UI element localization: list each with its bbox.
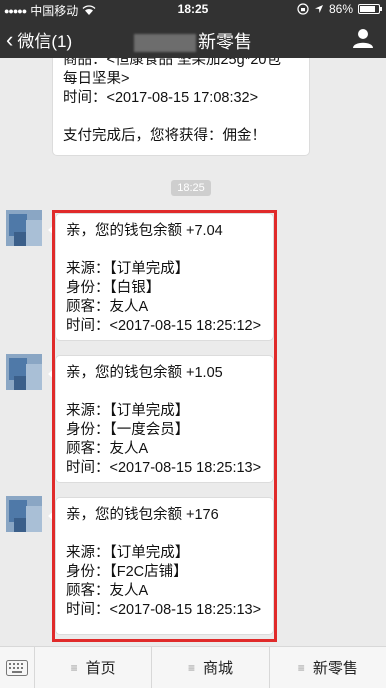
menu-item-mall[interactable]: ≡ 商城 <box>152 647 270 688</box>
menu-list-icon: ≡ <box>297 660 305 675</box>
message-line: 顾客：友人A <box>66 583 149 599</box>
message-line: 身份：【一度会员】 <box>66 422 190 438</box>
person-icon[interactable] <box>352 27 374 49</box>
menu-item-label: 商城 <box>202 660 233 677</box>
message-line: 支付完成后，您将获得：佣金！ <box>63 128 266 144</box>
message-line: 每日坚果> <box>63 71 130 87</box>
keyboard-toggle-button[interactable] <box>0 647 35 688</box>
message-bubble[interactable]: 亲，您的钱包余额 +1.05 来源：【订单完成】 身份：【一度会员】 顾客：友人… <box>55 355 274 483</box>
message-line: 亲，您的钱包余额 +1.05 <box>66 365 223 381</box>
menu-item-new-retail[interactable]: ≡ 新零售 <box>270 647 386 688</box>
bubble-tail <box>48 510 55 522</box>
message-line <box>63 108 299 127</box>
message-line: 亲，您的钱包余额 +176 <box>66 507 219 523</box>
message-line <box>66 241 263 260</box>
battery-icon <box>358 4 382 14</box>
menu-item-label: 首页 <box>85 660 116 677</box>
page-title-text: 新零售 <box>198 32 252 52</box>
message-line: 亲，您的钱包余额 +7.04 <box>66 223 223 239</box>
avatar[interactable] <box>6 496 42 532</box>
message-line <box>66 383 263 402</box>
message-line: 顾客：友人A <box>66 299 149 315</box>
message-line <box>66 525 263 544</box>
message-bubble[interactable]: 亲，您的钱包余额 +176 来源：【订单完成】 身份：【F2C店铺】 顾客：友人… <box>55 497 274 635</box>
avatar[interactable] <box>6 210 42 246</box>
message-line: 来源：【订单完成】 <box>66 261 190 277</box>
keyboard-icon <box>6 659 28 676</box>
bubble-tail <box>48 368 55 380</box>
message-line: 来源：【订单完成】 <box>66 545 190 561</box>
message-line: 商品：<恒康食品 坚果加25g*20包 <box>63 58 281 68</box>
message-line: 时间：<2017-08-15 18:25:13> <box>66 602 262 618</box>
nav-bar: ‹ 微信(1) 新零售 <box>0 18 386 58</box>
message-bubble-previous: 商品：<恒康食品 坚果加25g*20包 每日坚果> 时间：<2017-08-15… <box>52 58 310 156</box>
menu-list-icon: ≡ <box>70 660 78 675</box>
menu-list-icon: ≡ <box>187 660 195 675</box>
time-separator: 18:25 <box>171 180 211 196</box>
message-line: 顾客：友人A <box>66 441 149 457</box>
menu-item-home[interactable]: ≡ 首页 <box>35 647 153 688</box>
message-line: 时间：<2017-08-15 17:08:32> <box>63 90 259 106</box>
page-title: 新零售 <box>0 28 386 54</box>
bottom-menu: ≡ 首页 ≡ 商城 ≡ 新零售 <box>0 646 386 688</box>
location-icon <box>314 5 323 13</box>
bubble-tail <box>48 224 55 236</box>
rotation-lock-icon <box>297 3 309 15</box>
battery-percent: 86% <box>328 2 353 16</box>
status-bar: ●●●●● 中国移动 18:25 86% <box>0 0 386 18</box>
message-bubble[interactable]: 亲，您的钱包余额 +7.04 来源：【订单完成】 身份：【白银】 顾客：友人A … <box>55 213 274 341</box>
battery-fill <box>360 6 375 12</box>
menu-item-label: 新零售 <box>312 660 358 677</box>
chat-area[interactable]: 商品：<恒康食品 坚果加25g*20包 每日坚果> 时间：<2017-08-15… <box>0 58 386 646</box>
avatar[interactable] <box>6 354 42 390</box>
redacted-name <box>134 34 196 53</box>
message-line: 身份：【F2C店铺】 <box>66 564 188 580</box>
message-line: 时间：<2017-08-15 18:25:12> <box>66 318 262 334</box>
message-line: 来源：【订单完成】 <box>66 403 190 419</box>
message-line: 时间：<2017-08-15 18:25:13> <box>66 460 262 476</box>
message-line: 身份：【白银】 <box>66 280 161 296</box>
